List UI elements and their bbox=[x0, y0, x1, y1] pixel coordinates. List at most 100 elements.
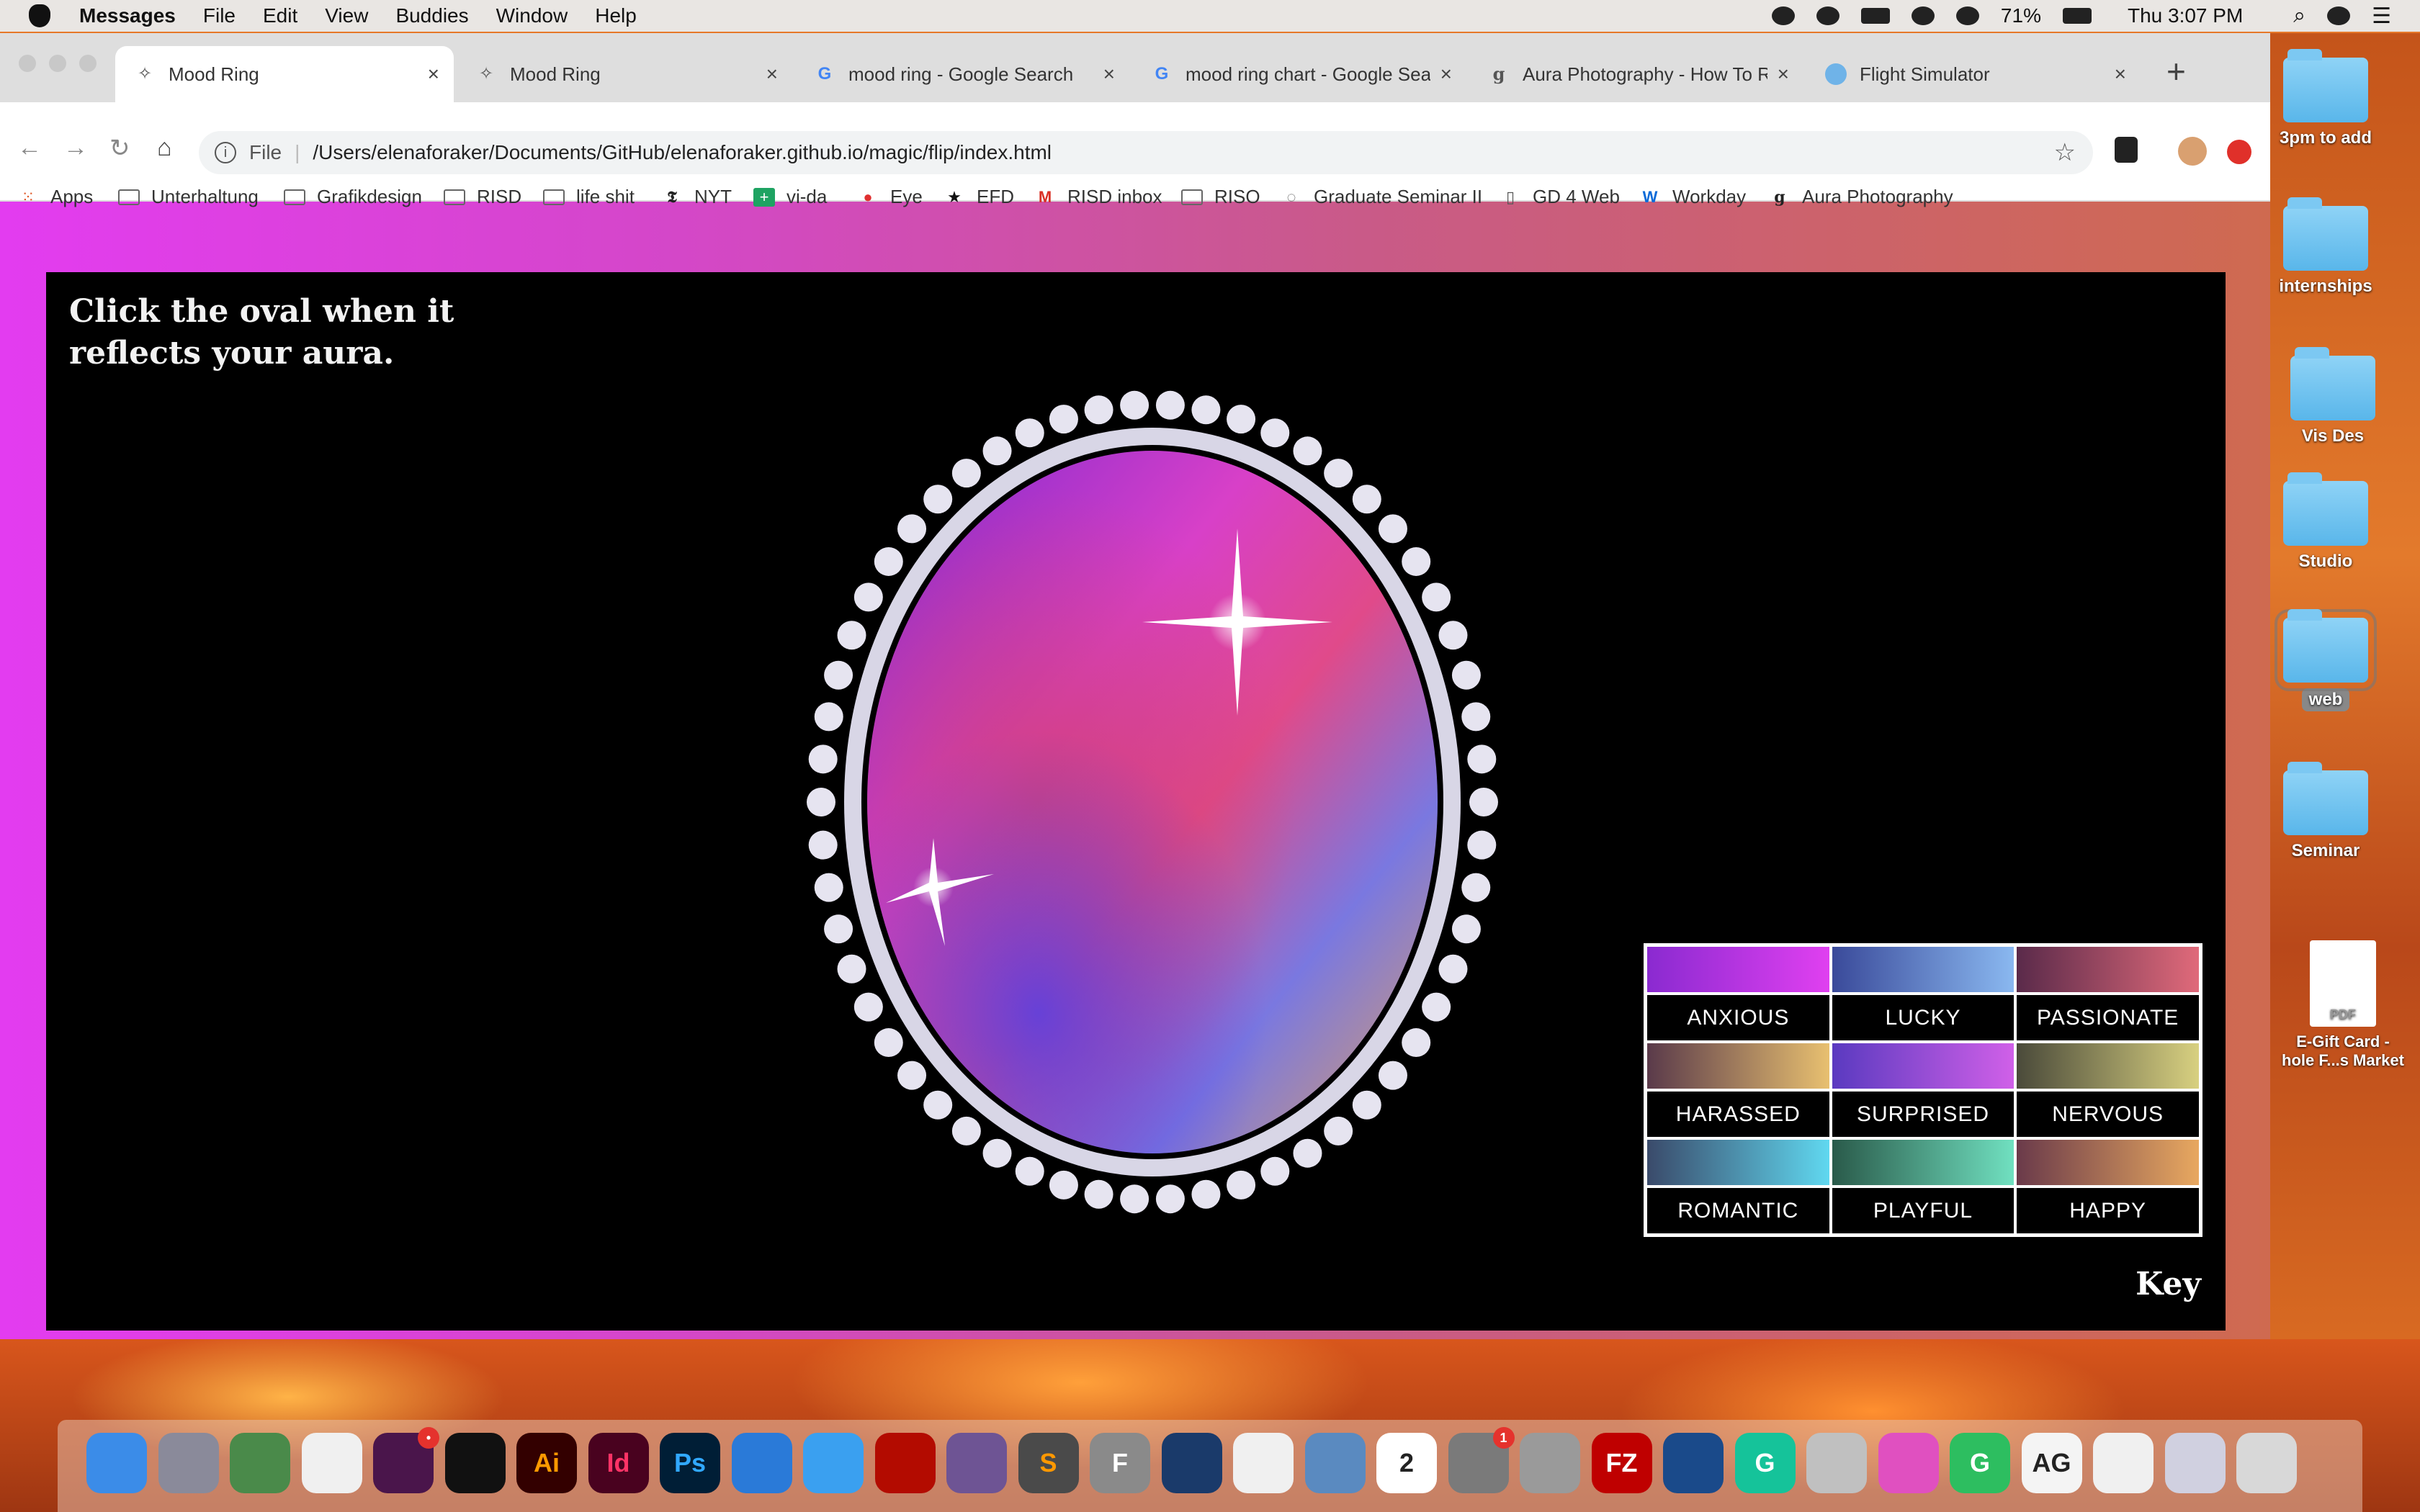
sync-icon[interactable] bbox=[1816, 6, 1839, 25]
desktop-folder-internships[interactable]: internships bbox=[2264, 197, 2387, 297]
spotlight-icon[interactable]: ⌕ bbox=[2293, 4, 2305, 28]
creative-cloud-icon[interactable] bbox=[1771, 6, 1795, 25]
calculator-icon[interactable] bbox=[1520, 1433, 1580, 1493]
key-title: Key bbox=[2136, 1266, 2201, 1302]
airplay-icon[interactable] bbox=[1860, 8, 1890, 24]
pearl bbox=[897, 1061, 927, 1090]
google-icon: G bbox=[817, 64, 832, 84]
back-icon[interactable]: ← bbox=[17, 134, 42, 162]
menu-file[interactable]: File bbox=[203, 4, 236, 27]
forward-icon[interactable]: → bbox=[63, 134, 88, 162]
sublime-icon[interactable]: S bbox=[1018, 1433, 1079, 1493]
finder-icon[interactable] bbox=[86, 1433, 147, 1493]
pearl bbox=[1461, 702, 1491, 732]
indesign-icon[interactable]: Id bbox=[588, 1433, 649, 1493]
battery-icon[interactable] bbox=[2062, 8, 2092, 24]
pearl bbox=[1084, 1179, 1113, 1209]
desktop-folder-vis-des[interactable]: Vis Des bbox=[2272, 347, 2394, 446]
update-alert-icon[interactable] bbox=[2227, 140, 2251, 164]
menu-buddies[interactable]: Buddies bbox=[395, 4, 468, 27]
tab-mood-ring[interactable]: ✧ Mood Ring × bbox=[457, 46, 792, 102]
aura-oval[interactable] bbox=[792, 377, 1512, 1227]
acrobat-icon[interactable] bbox=[874, 1433, 936, 1493]
close-tab-icon[interactable]: × bbox=[766, 63, 778, 86]
calendar-icon[interactable]: 2 bbox=[1376, 1433, 1437, 1493]
chrome-icon[interactable] bbox=[230, 1433, 290, 1493]
desktop-folder-web[interactable]: web bbox=[2264, 609, 2387, 711]
pearl bbox=[1352, 485, 1381, 514]
menu-view[interactable]: View bbox=[325, 4, 368, 27]
notification-center-icon[interactable]: ☰ bbox=[2372, 4, 2391, 29]
pearl bbox=[1191, 1179, 1221, 1209]
trash-icon[interactable] bbox=[2236, 1433, 2297, 1493]
tab-flight-simulator[interactable]: Flight Simulator × bbox=[1806, 46, 2141, 102]
key-swatch-happy bbox=[2015, 1138, 2200, 1187]
desktop-folder-3pm[interactable]: 3pm to add bbox=[2264, 49, 2387, 148]
close-tab-icon[interactable]: × bbox=[2115, 63, 2126, 86]
desktop-folder-seminar[interactable]: Seminar bbox=[2264, 762, 2387, 861]
textedit-icon[interactable] bbox=[301, 1433, 362, 1493]
keynote-icon[interactable] bbox=[731, 1433, 792, 1493]
profile-avatar[interactable] bbox=[2178, 137, 2207, 166]
messages-icon[interactable] bbox=[803, 1433, 864, 1493]
menu-clock[interactable]: Thu 3:07 PM bbox=[2128, 4, 2243, 27]
preview-icon[interactable] bbox=[1304, 1433, 1366, 1493]
grammarly-icon[interactable]: G bbox=[1734, 1433, 1796, 1493]
fontbook-icon[interactable]: F bbox=[1090, 1433, 1150, 1493]
tab-google-search[interactable]: G mood ring - Google Search × bbox=[795, 46, 1129, 102]
screenshot-stack-icon[interactable] bbox=[2164, 1433, 2226, 1493]
menu-help[interactable]: Help bbox=[595, 4, 637, 27]
pearl bbox=[1155, 1184, 1185, 1214]
itunes-icon[interactable] bbox=[1878, 1433, 1939, 1493]
folder-icon bbox=[2283, 472, 2368, 546]
extension-icon[interactable] bbox=[2115, 137, 2138, 163]
apple-icon[interactable] bbox=[29, 4, 50, 27]
menu-edit[interactable]: Edit bbox=[263, 4, 297, 27]
close-tab-icon[interactable]: × bbox=[1103, 63, 1115, 86]
document-stack-icon[interactable] bbox=[2093, 1433, 2154, 1493]
tidal-icon[interactable] bbox=[444, 1433, 506, 1493]
zoom-window-button[interactable] bbox=[79, 55, 97, 72]
user-avatar-icon[interactable] bbox=[2327, 6, 2351, 25]
evernote-icon[interactable]: G bbox=[1950, 1433, 2010, 1493]
quicktime-icon[interactable] bbox=[1663, 1433, 1724, 1493]
site-info-icon[interactable]: i bbox=[215, 142, 236, 163]
menu-window[interactable]: Window bbox=[496, 4, 568, 27]
menu-app-name[interactable]: Messages bbox=[79, 4, 176, 27]
font-preview-icon[interactable]: AG bbox=[2021, 1433, 2082, 1493]
close-tab-icon[interactable]: × bbox=[1440, 63, 1452, 86]
illustrator-icon[interactable]: Ai bbox=[516, 1433, 577, 1493]
pearl bbox=[1402, 1028, 1431, 1058]
wifi-icon[interactable] bbox=[1955, 6, 1979, 25]
url-text[interactable]: /Users/elenaforaker/Documents/GitHub/ele… bbox=[313, 141, 1052, 164]
reload-icon[interactable]: ↻ bbox=[109, 134, 130, 163]
pearl bbox=[1324, 1116, 1353, 1146]
bookmark-star-icon[interactable]: ☆ bbox=[2054, 138, 2076, 167]
github-icon[interactable] bbox=[946, 1433, 1007, 1493]
filezilla-icon[interactable]: FZ bbox=[1591, 1433, 1652, 1493]
desktop-folder-studio[interactable]: Studio bbox=[2264, 472, 2387, 572]
close-tab-icon[interactable]: × bbox=[1778, 63, 1789, 86]
bluetooth-icon[interactable] bbox=[1911, 6, 1935, 25]
photoshop-icon[interactable]: Ps bbox=[660, 1433, 720, 1493]
desktop-icon-label: Vis Des bbox=[2301, 426, 2365, 446]
minimize-window-button[interactable] bbox=[49, 55, 66, 72]
new-tab-button[interactable]: + bbox=[2166, 52, 2186, 91]
launchpad-icon[interactable] bbox=[158, 1433, 219, 1493]
photos-icon[interactable] bbox=[1233, 1433, 1294, 1493]
pearl bbox=[874, 546, 903, 576]
pearl bbox=[1378, 514, 1407, 544]
cinema4d-icon[interactable] bbox=[1161, 1433, 1222, 1493]
home-icon[interactable]: ⌂ bbox=[157, 134, 172, 162]
applications-icon[interactable] bbox=[1806, 1433, 1867, 1493]
close-tab-icon[interactable]: × bbox=[428, 63, 439, 86]
tab-mood-ring-active[interactable]: ✧ Mood Ring × bbox=[115, 46, 454, 102]
pdf-icon: PDF bbox=[2310, 940, 2376, 1027]
tab-aura-photography[interactable]: g Aura Photography - How To R × bbox=[1469, 46, 1803, 102]
tab-google-chart-search[interactable]: G mood ring chart - Google Sea × bbox=[1132, 46, 1466, 102]
address-bar[interactable]: i File | /Users/elenaforaker/Documents/G… bbox=[199, 131, 2093, 174]
slack-icon[interactable]: • bbox=[373, 1427, 439, 1493]
close-window-button[interactable] bbox=[19, 55, 36, 72]
desktop-file-egift-card[interactable]: PDF E-Gift Card - hole F...s Market bbox=[2266, 940, 2420, 1070]
system-preferences-icon[interactable]: 1 bbox=[1448, 1427, 1515, 1493]
